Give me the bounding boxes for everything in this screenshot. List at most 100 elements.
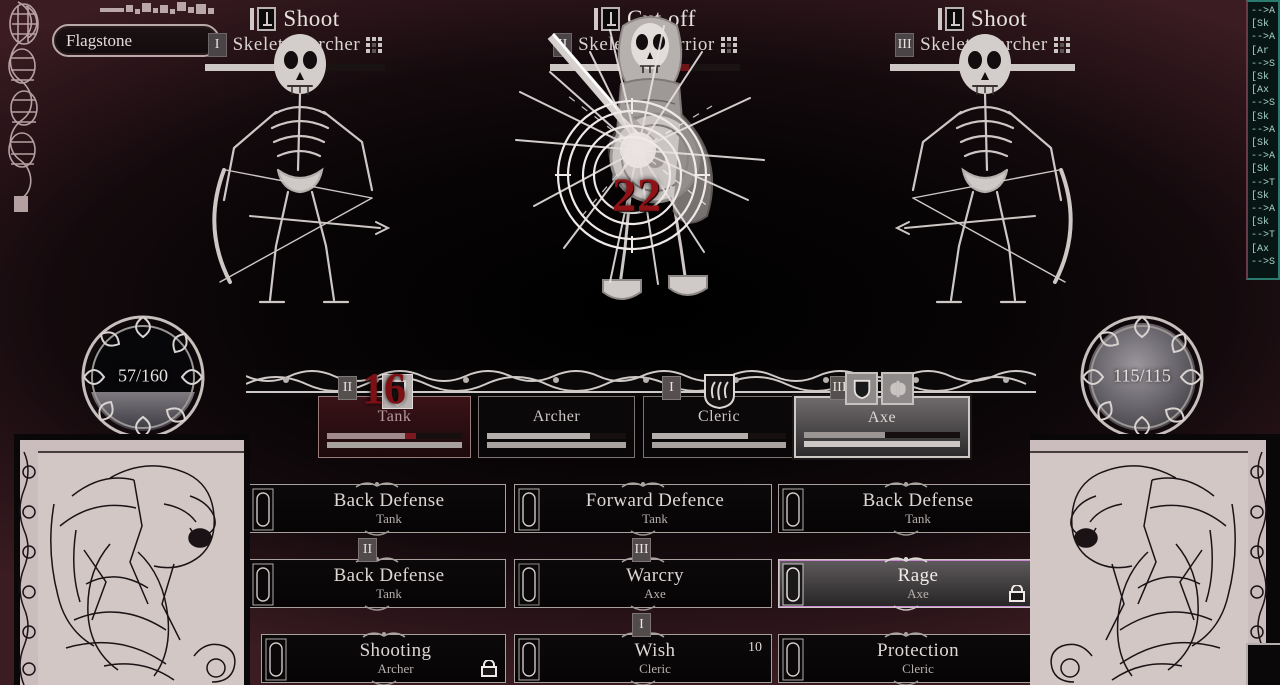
ability-bottom-ornament — [630, 680, 656, 685]
axe-buff-icon[interactable] — [881, 372, 914, 405]
resource-orb-right[interactable]: 115/115 — [1077, 312, 1207, 442]
ability-owner: Tank — [376, 511, 402, 527]
ability-cost-badge: 10 — [748, 640, 762, 655]
bottom-right-panel[interactable] — [1246, 643, 1280, 685]
log-line: -->A — [1251, 32, 1276, 44]
log-line: -->A — [1251, 6, 1276, 17]
ability-title: Back Defense — [333, 565, 445, 587]
ability-title: Protection — [876, 640, 960, 662]
party-name-cleric: Cleric — [697, 408, 741, 425]
log-line: -->S — [1251, 58, 1276, 70]
shield-buff-icon[interactable] — [845, 372, 878, 405]
ability-card-protection[interactable]: Protection Cleric — [778, 632, 1034, 685]
log-line: [Sk — [1251, 190, 1270, 202]
ability-top-ornament — [355, 482, 399, 488]
log-line: [Sk — [1251, 217, 1270, 229]
party-bars-axe — [804, 429, 960, 447]
log-line: -->A — [1251, 204, 1276, 216]
log-line: [Sk — [1251, 138, 1270, 150]
log-line: [Sk — [1251, 164, 1270, 176]
ability-slot-frame — [782, 638, 804, 681]
ability-slot-frame — [518, 638, 540, 681]
ability-slot-frame — [265, 638, 287, 681]
location-name: Flagstone — [66, 30, 133, 50]
ability-owner: Axe — [907, 586, 929, 602]
party-bars-cleric — [652, 430, 786, 448]
party-name-axe: Axe — [867, 409, 897, 426]
ability-owner: Cleric — [639, 661, 671, 677]
party-health-bar-axe — [804, 432, 960, 438]
enemy-intent-row: Shoot — [205, 6, 385, 32]
ability-slot-frame — [518, 488, 540, 531]
statue-decoration-right — [1030, 434, 1280, 685]
ability-card-back-defense-3[interactable]: Back Defense Tank — [248, 557, 506, 611]
ability-marker-tier-1: I — [632, 613, 651, 637]
ability-title: Back Defense — [333, 490, 445, 512]
ability-bottom-ornament — [893, 605, 919, 611]
ability-marker-tier-3: III — [632, 538, 651, 562]
ability-bottom-ornament — [364, 605, 390, 611]
ability-card-back-defense-1[interactable]: Back Defense Tank — [248, 482, 506, 536]
ability-card-warcry[interactable]: Warcry Axe — [514, 557, 772, 611]
ability-owner: Axe — [644, 586, 666, 602]
ability-top-ornament — [884, 632, 928, 638]
ability-bottom-ornament — [371, 680, 396, 685]
ability-slot-frame — [782, 563, 804, 606]
flame-crest-cleric — [704, 374, 735, 409]
ability-slot-frame — [518, 563, 540, 606]
floating-damage-number-enemy: 22 — [612, 169, 662, 222]
enemy-intent-label: Shoot — [970, 6, 1028, 31]
log-line: [Ax — [1251, 243, 1270, 255]
orb-value-left: 57/160 — [117, 365, 168, 386]
floating-damage-number-tank: 16 — [362, 364, 406, 413]
ability-owner: Cleric — [902, 661, 934, 677]
log-line: [Ar — [1251, 45, 1270, 57]
party-health-bar-archer — [487, 433, 626, 439]
health-orb-left[interactable]: 57/160 — [78, 312, 208, 442]
ability-slot-frame — [252, 563, 274, 606]
ability-bottom-ornament — [893, 680, 919, 685]
ability-title: Wish — [634, 640, 676, 662]
ability-bottom-ornament — [893, 530, 919, 536]
ability-title: Forward Defence — [585, 490, 725, 512]
enemy-sprite-skeleton-archer-left[interactable] — [190, 30, 405, 320]
enemy-sprite-skeleton-archer-right[interactable] — [880, 30, 1095, 320]
party-bars-tank — [327, 430, 462, 448]
left-border-filigree — [8, 1, 39, 212]
ability-card-wish[interactable]: Wish Cleric 10 — [514, 632, 772, 685]
ability-card-rage[interactable]: Rage Axe — [778, 557, 1034, 611]
ability-top-ornament — [362, 632, 405, 638]
log-line: [Sk — [1251, 111, 1270, 123]
ability-bottom-ornament — [364, 530, 390, 536]
bow-target-icon — [937, 6, 964, 32]
ability-card-back-defense-2[interactable]: Back Defense Tank — [778, 482, 1034, 536]
initiative-chip-tank: II — [338, 376, 357, 400]
ability-card-shooting[interactable]: Shooting Archer — [261, 632, 506, 685]
log-line: [Sk — [1251, 72, 1270, 84]
party-card-axe[interactable]: Axe — [794, 396, 970, 458]
lock-icon — [481, 660, 497, 677]
ability-title: Back Defense — [862, 490, 974, 512]
party-card-archer[interactable]: Archer — [478, 396, 635, 458]
ability-card-forward-defence[interactable]: Forward Defence Tank — [514, 482, 772, 536]
party-health-bar-tank — [327, 433, 462, 439]
party-resource-bar-tank — [327, 442, 462, 448]
orb-value-right: 115/115 — [1113, 365, 1171, 386]
party-bar: Tank II Archer Cleric I Axe III — [318, 372, 970, 462]
ability-owner: Tank — [642, 511, 668, 527]
log-line: -->T — [1251, 177, 1276, 189]
ability-top-ornament — [621, 482, 665, 488]
log-line: [Ax — [1251, 85, 1270, 97]
party-bars-archer — [487, 430, 626, 448]
log-line: -->T — [1251, 230, 1276, 242]
log-line: -->S — [1251, 256, 1276, 268]
combat-stage: 22 — [0, 0, 1280, 310]
ability-owner: Tank — [376, 586, 402, 602]
enemy-intent-label: Shoot — [283, 6, 340, 31]
combat-log-panel[interactable]: -->A [Sk -->A [Ar -->S [Sk [Ax -->S [Sk … — [1246, 0, 1280, 280]
ability-bottom-ornament — [630, 530, 656, 536]
location-plate-decoration — [100, 2, 214, 14]
lock-icon — [1009, 585, 1025, 602]
ability-owner: Tank — [905, 511, 931, 527]
ability-top-ornament — [884, 557, 928, 563]
